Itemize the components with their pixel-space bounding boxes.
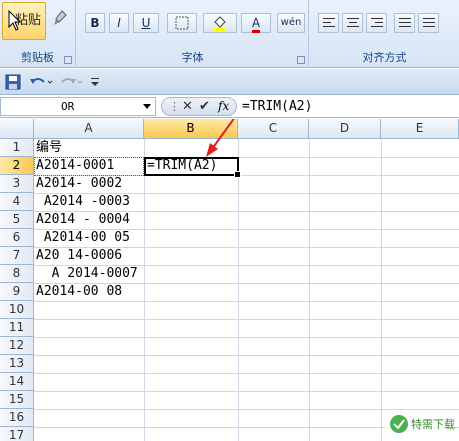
save-icon[interactable] [5,74,21,90]
font-color-label: A [251,16,261,33]
underline-button[interactable]: U [133,13,159,33]
fill-bucket-icon [214,16,226,31]
alignment-group: 对齐方式 [310,0,459,68]
font-group-label: 字体 [181,51,204,64]
mouse-cursor-icon [8,10,22,31]
annotation-arrow-icon [206,119,235,157]
clipboard-launcher-icon[interactable] [64,56,72,64]
watermark-text: 特需下载 [411,418,455,431]
bold-button[interactable]: B [85,13,105,33]
redo-icon[interactable] [58,74,84,90]
watermark-logo-icon [390,415,408,433]
alignment-group-label: 对齐方式 [362,51,407,64]
formula-bar: OR ⋮ ✕ ✔ fx =TRIM(A2) [0,96,459,118]
format-painter-icon[interactable] [52,10,68,28]
name-box-value: OR [61,100,75,113]
insert-function-icon[interactable]: fx [218,98,229,115]
font-color-button[interactable]: A [241,13,271,33]
align-center-button[interactable] [342,13,363,33]
phonetic-button[interactable]: wén [277,13,305,33]
grip-icon: ⋮ [169,100,180,113]
decrease-indent-button[interactable] [394,13,415,33]
fill-color-button[interactable] [203,13,237,33]
italic-button[interactable]: I [109,13,129,33]
cancel-icon[interactable]: ✕ [182,98,193,115]
font-group: B I U A wén 字体 [77,0,309,68]
spreadsheet-grid: A B C D E 1 2 3 4 5 6 7 8 9 10 11 12 13 … [0,119,459,441]
align-right-button[interactable] [366,13,387,33]
ribbon: 粘贴 剪贴板 B I U A wén 字体 对齐方式 [0,0,459,68]
undo-icon[interactable] [28,74,54,90]
formula-controls: ⋮ ✕ ✔ fx [161,97,237,116]
watermark: 特需下载 [385,411,455,437]
border-icon [175,16,189,30]
quick-access-toolbar [0,69,459,95]
name-box-dropdown-icon[interactable] [143,104,151,109]
name-box[interactable]: OR [0,97,156,116]
align-left-button[interactable] [318,13,339,33]
increase-indent-button[interactable] [418,13,439,33]
font-launcher-icon[interactable] [297,56,305,64]
enter-check-icon[interactable]: ✔ [199,98,210,115]
customize-toolbar-icon[interactable] [90,76,100,88]
border-button[interactable] [167,13,197,33]
clipboard-group: 粘贴 剪贴板 [0,0,76,68]
formula-input[interactable]: =TRIM(A2) [242,98,312,115]
